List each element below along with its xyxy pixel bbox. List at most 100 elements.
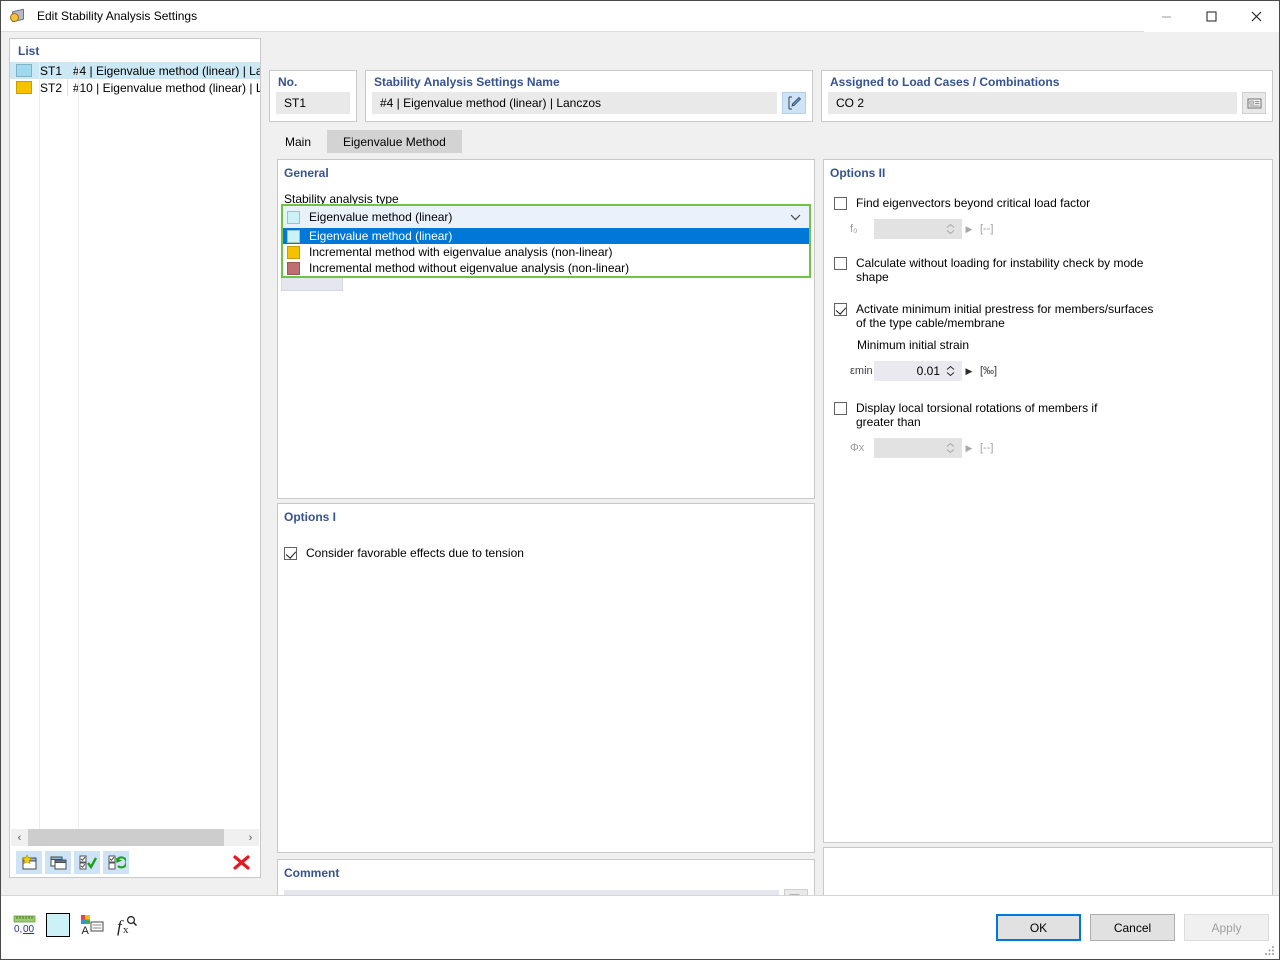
phi-x-next-arrow-icon[interactable]: ▶ [962, 443, 976, 454]
general-caption: General [284, 166, 329, 180]
load-cases-input[interactable]: CO 2 [828, 92, 1237, 114]
chevron-down-icon[interactable] [790, 210, 801, 224]
list-item-label: #10 | Eigenvalue method (linear) | Lancz… [72, 80, 260, 95]
number-field-group: No. ST1 [269, 70, 357, 122]
list-item[interactable]: ST1 #4 | Eigenvalue method (linear) | La… [10, 62, 260, 79]
scrollbar-thumb[interactable] [28, 829, 224, 846]
list-item[interactable]: ST2 #10 | Eigenvalue method (linear) | L… [10, 79, 260, 96]
svg-text:x: x [123, 924, 129, 936]
select-load-cases-button[interactable] [1242, 92, 1266, 114]
color-swatch-button[interactable] [46, 913, 70, 937]
epsilon-min-value: 0.01 [916, 364, 940, 378]
phi-x-row: Φx ▶ [--] [824, 429, 1272, 458]
option-color-swatch [287, 245, 300, 259]
scroll-right-arrow-icon[interactable]: › [242, 829, 259, 846]
scrollbar-track[interactable] [28, 829, 242, 846]
consider-favorable-effects-checkbox[interactable] [284, 547, 297, 560]
close-button[interactable] [1234, 0, 1279, 32]
activate-prestress-label: Activate minimum initial prestress for m… [856, 302, 1154, 330]
combo-dropdown-list[interactable]: Eigenvalue method (linear) Incremental m… [283, 228, 809, 276]
delete-item-button[interactable] [228, 851, 254, 874]
combo-option-incremental-with-eigenvalue[interactable]: Incremental method with eigenvalue analy… [283, 244, 809, 260]
epsilon-min-input[interactable]: 0.01 [874, 361, 962, 381]
activate-prestress-checkbox[interactable] [834, 303, 847, 316]
dialog-window: Edit Stability Analysis Settings List ST… [0, 0, 1280, 960]
footer-buttons: OK Cancel Apply [996, 914, 1269, 941]
invert-selection-button[interactable] [103, 850, 129, 874]
option-label: Incremental method with eigenvalue analy… [309, 245, 613, 259]
list-item-id: ST1 [40, 63, 63, 78]
stability-analysis-type-label: Stability analysis type [284, 192, 399, 206]
list-item-label: #4 | Eigenvalue method (linear) | Lanczo… [72, 63, 260, 78]
list-rows: ST1 #4 | Eigenvalue method (linear) | La… [10, 62, 260, 829]
epsilon-min-next-arrow-icon[interactable]: ▶ [962, 366, 976, 377]
display-properties-button[interactable]: A [79, 914, 105, 937]
combo-selected-row[interactable]: Eigenvalue method (linear) [283, 206, 809, 228]
find-eigenvectors-row[interactable]: Find eigenvectors beyond critical load f… [824, 180, 1272, 210]
option-color-swatch [287, 229, 300, 243]
number-input[interactable]: ST1 [276, 92, 350, 114]
apply-button: Apply [1184, 914, 1269, 941]
tab-eigenvalue-method[interactable]: Eigenvalue Method [327, 130, 462, 153]
f0-input[interactable] [874, 219, 962, 239]
stability-analysis-type-combo[interactable]: Eigenvalue method (linear) Eigenvalue me… [281, 204, 811, 278]
f0-label: f₀ [850, 223, 858, 235]
units-decimals-button[interactable]: 0, 00 [11, 914, 37, 937]
display-torsional-label: Display local torsional rotations of mem… [856, 401, 1098, 429]
display-torsional-row[interactable]: Display local torsional rotations of mem… [824, 381, 1272, 429]
options-two-panel: Options II Find eigenvectors beyond crit… [823, 159, 1273, 843]
find-eigenvectors-checkbox[interactable] [834, 197, 847, 210]
select-all-button[interactable] [74, 850, 100, 874]
consider-favorable-effects-row[interactable]: Consider favorable effects due to tensio… [278, 524, 814, 560]
svg-text:0,: 0, [14, 924, 22, 935]
scroll-left-arrow-icon[interactable]: ‹ [11, 829, 28, 846]
cancel-button[interactable]: Cancel [1090, 914, 1175, 941]
calculate-without-loading-row[interactable]: Calculate without loading for instabilit… [824, 239, 1272, 284]
combo-selected-label: Eigenvalue method (linear) [309, 210, 453, 224]
spinner-arrows-icon[interactable] [946, 223, 955, 235]
phi-x-unit: [--] [980, 442, 994, 454]
new-item-button[interactable] [16, 850, 42, 874]
minimize-button[interactable] [1144, 0, 1189, 32]
window-title: Edit Stability Analysis Settings [37, 9, 198, 23]
name-input[interactable]: #4 | Eigenvalue method (linear) | Lanczo… [372, 92, 777, 114]
name-field-group: Stability Analysis Settings Name #4 | Ei… [365, 70, 813, 122]
edit-name-button[interactable] [782, 92, 806, 114]
list-caption: List [18, 44, 40, 58]
ok-button[interactable]: OK [996, 914, 1081, 941]
maximize-button[interactable] [1189, 0, 1234, 32]
dialog-body: List ST1 #4 | Eigenvalue method (linear)… [1, 32, 1279, 925]
copy-item-button[interactable] [45, 850, 71, 874]
minimum-initial-strain-label: Minimum initial strain [857, 338, 970, 352]
f0-unit: [--] [980, 223, 994, 235]
list-panel: List ST1 #4 | Eigenvalue method (linear)… [9, 38, 261, 878]
list-toolbar [10, 847, 260, 877]
phi-x-input[interactable] [874, 438, 962, 458]
calculate-without-loading-checkbox[interactable] [834, 257, 847, 270]
spinner-arrows-icon[interactable] [946, 365, 955, 377]
functions-button[interactable]: f x [114, 914, 140, 937]
item-color-swatch [16, 81, 32, 94]
title-bar: Edit Stability Analysis Settings [1, 0, 1279, 32]
options-one-caption: Options I [284, 510, 336, 524]
f0-next-arrow-icon[interactable]: ▶ [962, 224, 976, 235]
find-eigenvectors-label: Find eigenvectors beyond critical load f… [856, 196, 1091, 210]
activate-prestress-row[interactable]: Activate minimum initial prestress for m… [824, 284, 1272, 330]
consider-favorable-effects-label: Consider favorable effects due to tensio… [306, 546, 524, 560]
resize-grip[interactable] [1264, 944, 1276, 956]
spinner-arrows-icon[interactable] [946, 442, 955, 454]
app-icon [10, 7, 28, 25]
combo-selected-swatch [287, 210, 300, 224]
combo-option-eigenvalue-linear[interactable]: Eigenvalue method (linear) [283, 228, 809, 244]
tab-main[interactable]: Main [269, 130, 328, 153]
load-cases-group: Assigned to Load Cases / Combinations CO… [821, 70, 1273, 122]
options-one-panel: Options I Consider favorable effects due… [277, 503, 815, 853]
item-color-swatch [16, 64, 32, 77]
name-field-label: Stability Analysis Settings Name [374, 75, 560, 89]
combo-option-incremental-without-eigenvalue[interactable]: Incremental method without eigenvalue an… [283, 260, 809, 276]
dialog-footer: 0, 00 A f x OK Cancel Apply [1, 895, 1279, 959]
epsilon-min-label: εmin [850, 365, 873, 377]
option-color-swatch [287, 261, 300, 275]
display-torsional-checkbox[interactable] [834, 402, 847, 415]
list-horizontal-scrollbar[interactable]: ‹ › [11, 829, 259, 846]
